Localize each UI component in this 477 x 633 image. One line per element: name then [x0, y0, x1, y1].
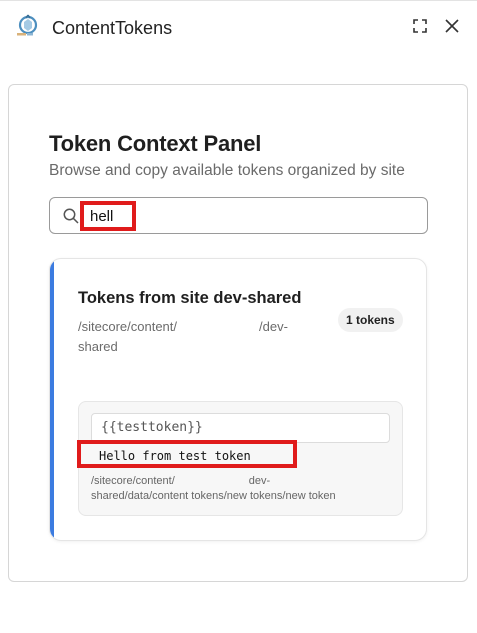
- token-card[interactable]: {{testtoken}} Hello from test token /sit…: [77, 401, 403, 516]
- token-key-field[interactable]: {{testtoken}}: [91, 413, 390, 443]
- close-icon: [445, 19, 459, 33]
- title-bar: ContentTokens: [0, 0, 477, 54]
- site-path-part: /dev-: [259, 319, 288, 334]
- app-logo-icon: [17, 14, 38, 36]
- search-box[interactable]: [49, 197, 428, 234]
- search-icon: [63, 208, 79, 224]
- site-path-part: /sitecore/content/: [78, 319, 177, 334]
- token-path-part: dev-: [248, 475, 271, 487]
- token-path-part: shared/data/content tokens/new tokens/ne…: [91, 490, 336, 502]
- site-title: Tokens from site dev-shared: [78, 289, 302, 307]
- expand-button[interactable]: [409, 15, 431, 37]
- app-title: ContentTokens: [52, 18, 173, 38]
- close-button[interactable]: [441, 15, 463, 37]
- site-path: /sitecore/content/ /dev- shared: [78, 317, 318, 357]
- token-value: Hello from test token: [99, 449, 251, 463]
- token-count-badge: 1 tokens: [338, 308, 403, 332]
- token-path-part: /sitecore/content/: [91, 475, 175, 487]
- site-card-accent: [50, 259, 54, 540]
- site-path-part: shared: [78, 339, 118, 354]
- search-input[interactable]: [82, 204, 418, 228]
- token-path: /sitecore/content/dev- shared/data/conte…: [91, 474, 391, 504]
- token-context-panel: Token Context Panel Browse and copy avai…: [8, 84, 468, 582]
- site-card: Tokens from site dev-shared /sitecore/co…: [49, 258, 427, 541]
- panel-title: Token Context Panel: [49, 131, 262, 156]
- expand-icon: [413, 19, 427, 33]
- panel-subtitle: Browse and copy available tokens organiz…: [49, 162, 405, 179]
